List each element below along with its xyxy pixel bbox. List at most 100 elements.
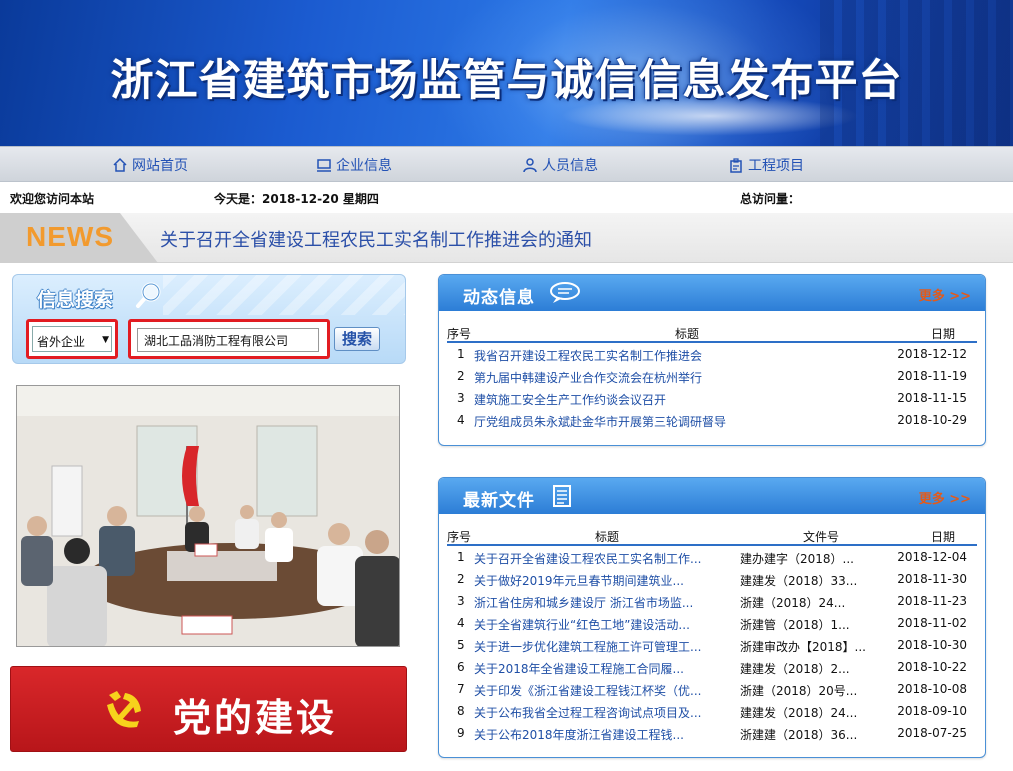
col-header-idx: 序号 — [447, 530, 472, 544]
row-date: 2018-10-29 — [897, 413, 967, 427]
row-date: 2018-12-04 — [897, 550, 967, 564]
welcome-text: 欢迎您访问本站 — [10, 192, 95, 206]
project-icon — [730, 158, 742, 173]
row-doc-number: 建建发（2018）24... — [740, 706, 858, 720]
category-select-highlight: 省外企业 ▼ — [26, 319, 118, 359]
visit-count: 总访问量： — [740, 192, 801, 206]
dynamic-more-link[interactable]: 更多 >> — [919, 285, 971, 304]
party-building-banner[interactable]: 党的建设 — [10, 666, 407, 752]
latest-files-header: 最新文件 更多 >> — [439, 478, 985, 514]
col-header-title: 标题 — [595, 530, 620, 544]
table-row: 7 关于印发《浙江省建设工程钱江杯奖（优... 浙建（2018）20号... 2018… — [447, 678, 977, 700]
dynamic-info-panel: 动态信息 更多 >> 序号 标题 日期 1 我省召开建设工程农民工实名制工作推进会… — [438, 274, 986, 446]
news-label-tab: NEWS — [0, 213, 158, 263]
row-date: 2018-11-23 — [897, 594, 967, 608]
news-bar: NEWS 关于召开全省建设工程农民工实名制工作推进会的通知 — [0, 213, 1013, 263]
table-row: 2 第九届中韩建设产业合作交流会在杭州举行 2018-11-19 — [447, 365, 977, 387]
nav-label-projects: 工程项目 — [748, 158, 804, 174]
col-header-date: 日期 — [930, 530, 955, 544]
latest-files-title: 最新文件 — [463, 491, 535, 511]
nav-item-personnel[interactable]: 人员信息 — [522, 155, 598, 175]
nav-item-projects[interactable]: 工程项目 — [728, 155, 804, 175]
speech-bubble-icon — [550, 282, 580, 303]
row-doc-number: 浙建（2018）24... — [740, 596, 846, 610]
nav-label-home: 网站首页 — [132, 158, 188, 174]
row-index: 5 — [457, 638, 465, 652]
table-row: 9 关于公布2018年度浙江省建设工程钱... 浙建建（2018）36... 2018… — [447, 722, 977, 744]
nav-item-home[interactable]: 网站首页 — [112, 155, 188, 175]
files-more-link[interactable]: 更多 >> — [919, 488, 971, 507]
row-title-link[interactable]: 建筑施工安全生产工作约谈会议召开 — [474, 391, 666, 408]
nav-label-enterprise: 企业信息 — [336, 158, 392, 174]
table-row: 1 关于召开全省建设工程农民工实名制工作... 建办建字（2018）... 2018-… — [447, 546, 977, 568]
row-title-link[interactable]: 关于做好2019年元旦春节期间建筑业... — [474, 572, 736, 589]
party-emblem-icon — [107, 691, 141, 728]
news-headline-link[interactable]: 关于召开全省建设工程农民工实名制工作推进会的通知 — [160, 226, 592, 252]
row-index: 9 — [457, 726, 465, 740]
row-date: 2018-11-19 — [897, 369, 967, 383]
row-date: 2018-11-02 — [897, 616, 967, 630]
row-title-link[interactable]: 厅党组成员朱永斌赴金华市开展第三轮调研督导 — [474, 413, 726, 430]
row-title-link[interactable]: 关于印发《浙江省建设工程钱江杯奖（优... — [474, 682, 736, 699]
search-panel: 信息搜索 省外企业 ▼ 搜索 — [12, 274, 406, 364]
dynamic-info-title: 动态信息 — [463, 288, 535, 308]
row-index: 1 — [457, 550, 465, 564]
row-index: 4 — [457, 616, 465, 630]
search-title: 信息搜索 — [37, 289, 114, 311]
row-index: 2 — [457, 572, 465, 586]
header-banner: 浙江省建筑市场监管与诚信信息发布平台 — [0, 0, 1013, 146]
news-label-text: NEWS — [26, 221, 114, 252]
row-index: 1 — [457, 347, 465, 361]
row-date: 2018-11-15 — [897, 391, 967, 405]
row-index: 2 — [457, 369, 465, 383]
document-icon — [553, 485, 571, 507]
row-title-link[interactable]: 关于公布我省全过程工程咨询试点项目及... — [474, 704, 736, 721]
today-text: 今天是：2018-12-20 星期四 — [214, 192, 379, 206]
table-row: 2 关于做好2019年元旦春节期间建筑业... 建建发（2018）33... 2018… — [447, 568, 977, 590]
person-icon — [523, 158, 537, 173]
search-input[interactable] — [137, 328, 319, 352]
row-title-link[interactable]: 第九届中韩建设产业合作交流会在杭州举行 — [474, 369, 702, 386]
monitor-icon — [317, 159, 331, 172]
row-doc-number: 建办建字（2018）... — [740, 552, 854, 566]
row-index: 4 — [457, 413, 465, 427]
files-table-header: 序号 标题 文件号 日期 — [447, 524, 977, 546]
dynamic-table-header: 序号 标题 日期 — [447, 321, 977, 343]
row-title-link[interactable]: 关于全省建筑行业“红色工地”建设活动... — [474, 616, 736, 633]
row-date: 2018-09-10 — [897, 704, 967, 718]
magnifier-icon — [136, 282, 161, 308]
category-select[interactable]: 省外企业 ▼ — [32, 326, 112, 352]
party-building-label: 党的建设 — [173, 696, 338, 740]
table-row: 8 关于公布我省全过程工程咨询试点项目及... 建建发（2018）24... 2018… — [447, 700, 977, 722]
meeting-photo[interactable] — [16, 385, 400, 647]
row-title-link[interactable]: 关于公布2018年度浙江省建设工程钱... — [474, 726, 736, 743]
col-header-title: 标题 — [675, 327, 700, 341]
row-index: 7 — [457, 682, 465, 696]
table-row: 3 建筑施工安全生产工作约谈会议召开 2018-11-15 — [447, 387, 977, 409]
dynamic-info-table: 序号 标题 日期 1 我省召开建设工程农民工实名制工作推进会 2018-12-12 … — [447, 321, 977, 431]
search-input-highlight — [128, 319, 330, 359]
row-title-link[interactable]: 关于召开全省建设工程农民工实名制工作... — [474, 550, 736, 567]
col-header-doc: 文件号 — [803, 530, 840, 544]
row-doc-number: 浙建管（2018）1... — [740, 618, 850, 632]
table-row: 1 我省召开建设工程农民工实名制工作推进会 2018-12-12 — [447, 343, 977, 365]
row-title-link[interactable]: 浙江省住房和城乡建设厅 浙江省市场监... — [474, 594, 736, 611]
nav-label-personnel: 人员信息 — [542, 158, 598, 174]
row-doc-number: 建建发（2018）33... — [740, 574, 858, 588]
table-row: 3 浙江省住房和城乡建设厅 浙江省市场监... 浙建（2018）24... 2018-… — [447, 590, 977, 612]
row-doc-number: 浙建建（2018）36... — [740, 728, 858, 742]
latest-files-table: 序号 标题 文件号 日期 1 关于召开全省建设工程农民工实名制工作... 建办建字（… — [447, 524, 977, 744]
search-button[interactable]: 搜索 — [334, 327, 380, 351]
row-date: 2018-12-12 — [897, 347, 967, 361]
row-title-link[interactable]: 我省召开建设工程农民工实名制工作推进会 — [474, 347, 702, 364]
chevron-down-icon: ▼ — [102, 335, 109, 345]
home-icon — [113, 157, 127, 172]
row-title-link[interactable]: 关于进一步优化建筑工程施工许可管理工... — [474, 638, 736, 655]
row-title-link[interactable]: 关于2018年全省建设工程施工合同履... — [474, 660, 736, 677]
table-row: 4 关于全省建筑行业“红色工地”建设活动... 浙建管（2018）1... 2018-… — [447, 612, 977, 634]
table-row: 6 关于2018年全省建设工程施工合同履... 建建发（2018）2... 2018-… — [447, 656, 977, 678]
nav-item-enterprise[interactable]: 企业信息 — [316, 155, 392, 175]
site-title: 浙江省建筑市场监管与诚信信息发布平台 — [110, 56, 903, 106]
row-date: 2018-11-30 — [897, 572, 967, 586]
main-nav: 网站首页 企业信息 人员信息 工程项目 — [0, 146, 1013, 182]
